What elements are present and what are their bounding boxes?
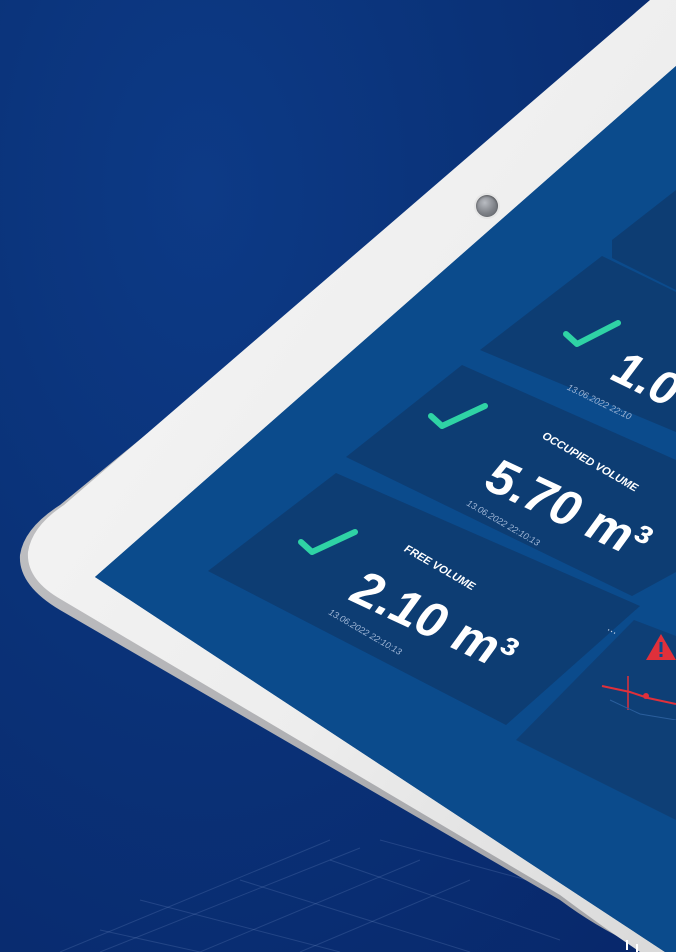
tablet-device: 1.0 13.06.2022 22:10 OCCUPIED VOLUME 5.7… (0, 0, 676, 952)
check-icon (428, 403, 488, 429)
screen (0, 0, 676, 952)
check-icon (563, 320, 621, 347)
brand-mark-icon (626, 940, 638, 952)
check-icon (298, 529, 358, 555)
warning-triangle-icon (646, 634, 676, 660)
